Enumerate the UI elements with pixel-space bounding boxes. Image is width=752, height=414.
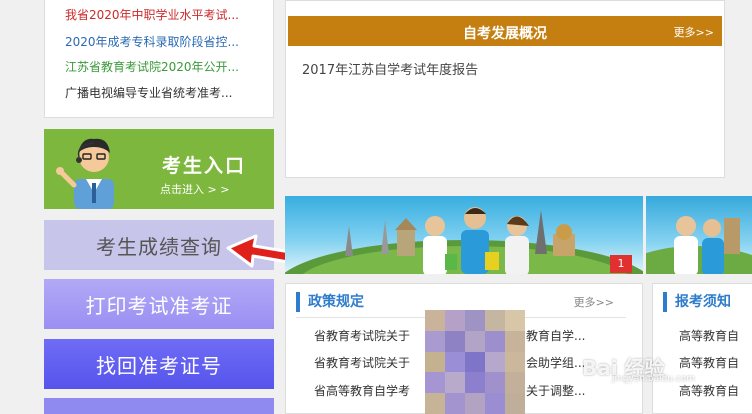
- student-entry-title: 考生入口: [162, 155, 247, 177]
- promo-banner-secondary[interactable]: [646, 196, 752, 274]
- baidu-watermark: Bai 经验 jingyan.baidu.com: [582, 352, 695, 384]
- pixelated-mosaic: [425, 310, 525, 414]
- policy-item-tail[interactable]: 关于调整...: [526, 382, 585, 399]
- news-item[interactable]: 广播电视编导专业省统考准考...: [65, 84, 232, 101]
- notice-item[interactable]: 高等教育自: [679, 354, 739, 371]
- student-entry-button[interactable]: 考生入口 点击进入 > >: [44, 129, 274, 209]
- overview-title: 自考发展概况: [463, 26, 547, 42]
- print-admission-button[interactable]: 打印考试准考证: [44, 279, 274, 329]
- news-list: 我省2020年中职学业水平考试... 2020年成考专科录取阶段省控... 江苏…: [44, 0, 274, 118]
- notice-item[interactable]: 高等教育自: [679, 327, 739, 344]
- banner-image-secondary: [646, 216, 752, 274]
- student-entry-subtitle: 点击进入 > >: [160, 183, 230, 196]
- notice-title: 报考须知: [663, 292, 731, 312]
- more-button-partial[interactable]: [44, 398, 274, 414]
- notice-item[interactable]: 高等教育自: [679, 382, 739, 399]
- policy-item-tail[interactable]: 会助学组...: [526, 354, 585, 371]
- policy-item-tail[interactable]: 教育自学...: [526, 327, 585, 344]
- policy-item[interactable]: 省教育考试院关于: [314, 327, 410, 344]
- overview-header: 自考发展概况 更多>>: [288, 16, 722, 46]
- overview-more-link[interactable]: 更多>>: [674, 24, 714, 40]
- find-admission-number-button[interactable]: 找回准考证号: [44, 339, 274, 389]
- watermark-sub: jingyan.baidu.com: [612, 374, 696, 384]
- news-item[interactable]: 江苏省教育考试院2020年公开...: [65, 58, 239, 75]
- banner-page-badge[interactable]: 1: [610, 255, 632, 273]
- student-avatar-icon: [56, 138, 114, 209]
- banner-image: [285, 207, 643, 274]
- policy-item[interactable]: 省高等教育自学考: [314, 382, 410, 399]
- development-overview-panel: 自考发展概况 更多>> 2017年江苏自学考试年度报告: [285, 0, 725, 178]
- promo-banner[interactable]: 1: [285, 196, 643, 274]
- overview-item[interactable]: 2017年江苏自学考试年度报告: [302, 59, 478, 78]
- policy-item[interactable]: 省教育考试院关于: [314, 354, 410, 371]
- news-item[interactable]: 我省2020年中职学业水平考试...: [65, 6, 239, 23]
- news-item[interactable]: 2020年成考专科录取阶段省控...: [65, 33, 239, 50]
- policy-more-link[interactable]: 更多>>: [574, 294, 614, 310]
- policy-title: 政策规定: [296, 292, 364, 312]
- notice-panel: 报考须知 高等教育自 高等教育自 高等教育自: [652, 283, 752, 414]
